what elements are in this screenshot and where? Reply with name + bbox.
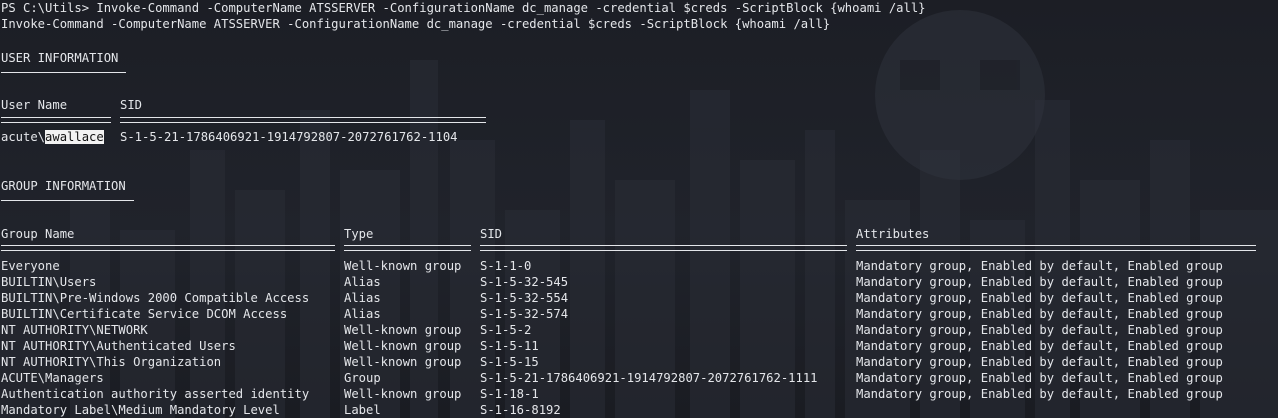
user-name-header: User Name [1,98,68,112]
group-sid-cell: S-1-5-11 [480,339,539,353]
group-name-cell: NT AUTHORITY\NETWORK [1,323,148,337]
user-sid-value: S-1-5-21-1786406921-1914792807-207276176… [120,130,458,144]
group-name-cell: ACUTE\Managers [1,371,104,385]
group-sid-cell: S-1-5-32-574 [480,307,569,321]
group-sid-cell: S-1-1-0 [480,259,532,273]
group-attributes-separator [856,245,1256,251]
command-prompt-line: PS C:\Utils> Invoke-Command -ComputerNam… [1,1,926,15]
group-type-cell: Alias [344,307,381,321]
user-info-heading-underline [1,72,126,73]
group-name-cell: NT AUTHORITY\This Organization [1,355,222,369]
group-type-cell: Group [344,371,381,385]
group-attributes-cell: Mandatory group, Enabled by default, Ena… [856,291,1223,305]
group-name-header: Group Name [1,227,75,241]
group-sid-cell: S-1-5-2 [480,323,532,337]
group-name-cell: BUILTIN\Users [1,275,97,289]
user-domain: acute\ [1,130,46,144]
group-attributes-cell: Mandatory group, Enabled by default, Ena… [856,371,1223,385]
user-sid-separator [120,117,486,123]
group-attributes-header: Attributes [856,227,930,241]
group-type-cell: Alias [344,275,381,289]
group-sid-cell: S-1-5-32-545 [480,275,569,289]
group-name-cell: Authentication authority asserted identi… [1,387,310,401]
group-type-cell: Well-known group [344,339,462,353]
command-echo-line: Invoke-Command -ComputerName ATSSERVER -… [1,17,831,31]
group-name-cell: Mandatory Label\Medium Mandatory Level [1,403,280,417]
user-info-heading: USER INFORMATION [1,51,119,65]
user-name-separator [1,117,111,123]
user-sid-header: SID [120,98,143,112]
group-name-cell: NT AUTHORITY\Authenticated Users [1,339,236,353]
group-sid-cell: S-1-5-32-554 [480,291,569,305]
group-type-cell: Label [344,403,381,417]
group-attributes-cell: Mandatory group, Enabled by default, Ena… [856,323,1223,337]
group-type-cell: Alias [344,291,381,305]
group-sid-cell: S-1-5-15 [480,355,539,369]
group-info-heading-underline [1,200,134,201]
group-type-cell: Well-known group [344,259,462,273]
group-sid-cell: S-1-18-1 [480,387,539,401]
group-name-cell: Everyone [1,259,60,273]
group-attributes-cell: Mandatory group, Enabled by default, Ena… [856,307,1223,321]
group-type-cell: Well-known group [344,387,462,401]
user-name-value: acute\awallace [1,129,104,145]
group-type-cell: Well-known group [344,355,462,369]
group-sid-header: SID [480,227,503,241]
selected-username[interactable]: awallace [45,130,104,144]
group-type-separator [344,245,471,251]
group-attributes-cell: Mandatory group, Enabled by default, Ena… [856,339,1223,353]
group-info-heading: GROUP INFORMATION [1,179,126,193]
group-sid-cell: S-1-5-21-1786406921-1914792807-207276176… [480,371,818,385]
group-name-cell: BUILTIN\Certificate Service DCOM Access [1,307,288,321]
group-attributes-cell: Mandatory group, Enabled by default, Ena… [856,259,1223,273]
group-name-separator [1,245,335,251]
group-name-cell: BUILTIN\Pre-Windows 2000 Compatible Acce… [1,291,310,305]
group-type-cell: Well-known group [344,323,462,337]
group-type-header: Type [344,227,374,241]
group-attributes-cell: Mandatory group, Enabled by default, Ena… [856,355,1223,369]
group-attributes-cell: Mandatory group, Enabled by default, Ena… [856,387,1223,401]
group-sid-separator [480,245,847,251]
group-attributes-cell: Mandatory group, Enabled by default, Ena… [856,275,1223,289]
group-sid-cell: S-1-16-8192 [480,403,561,417]
